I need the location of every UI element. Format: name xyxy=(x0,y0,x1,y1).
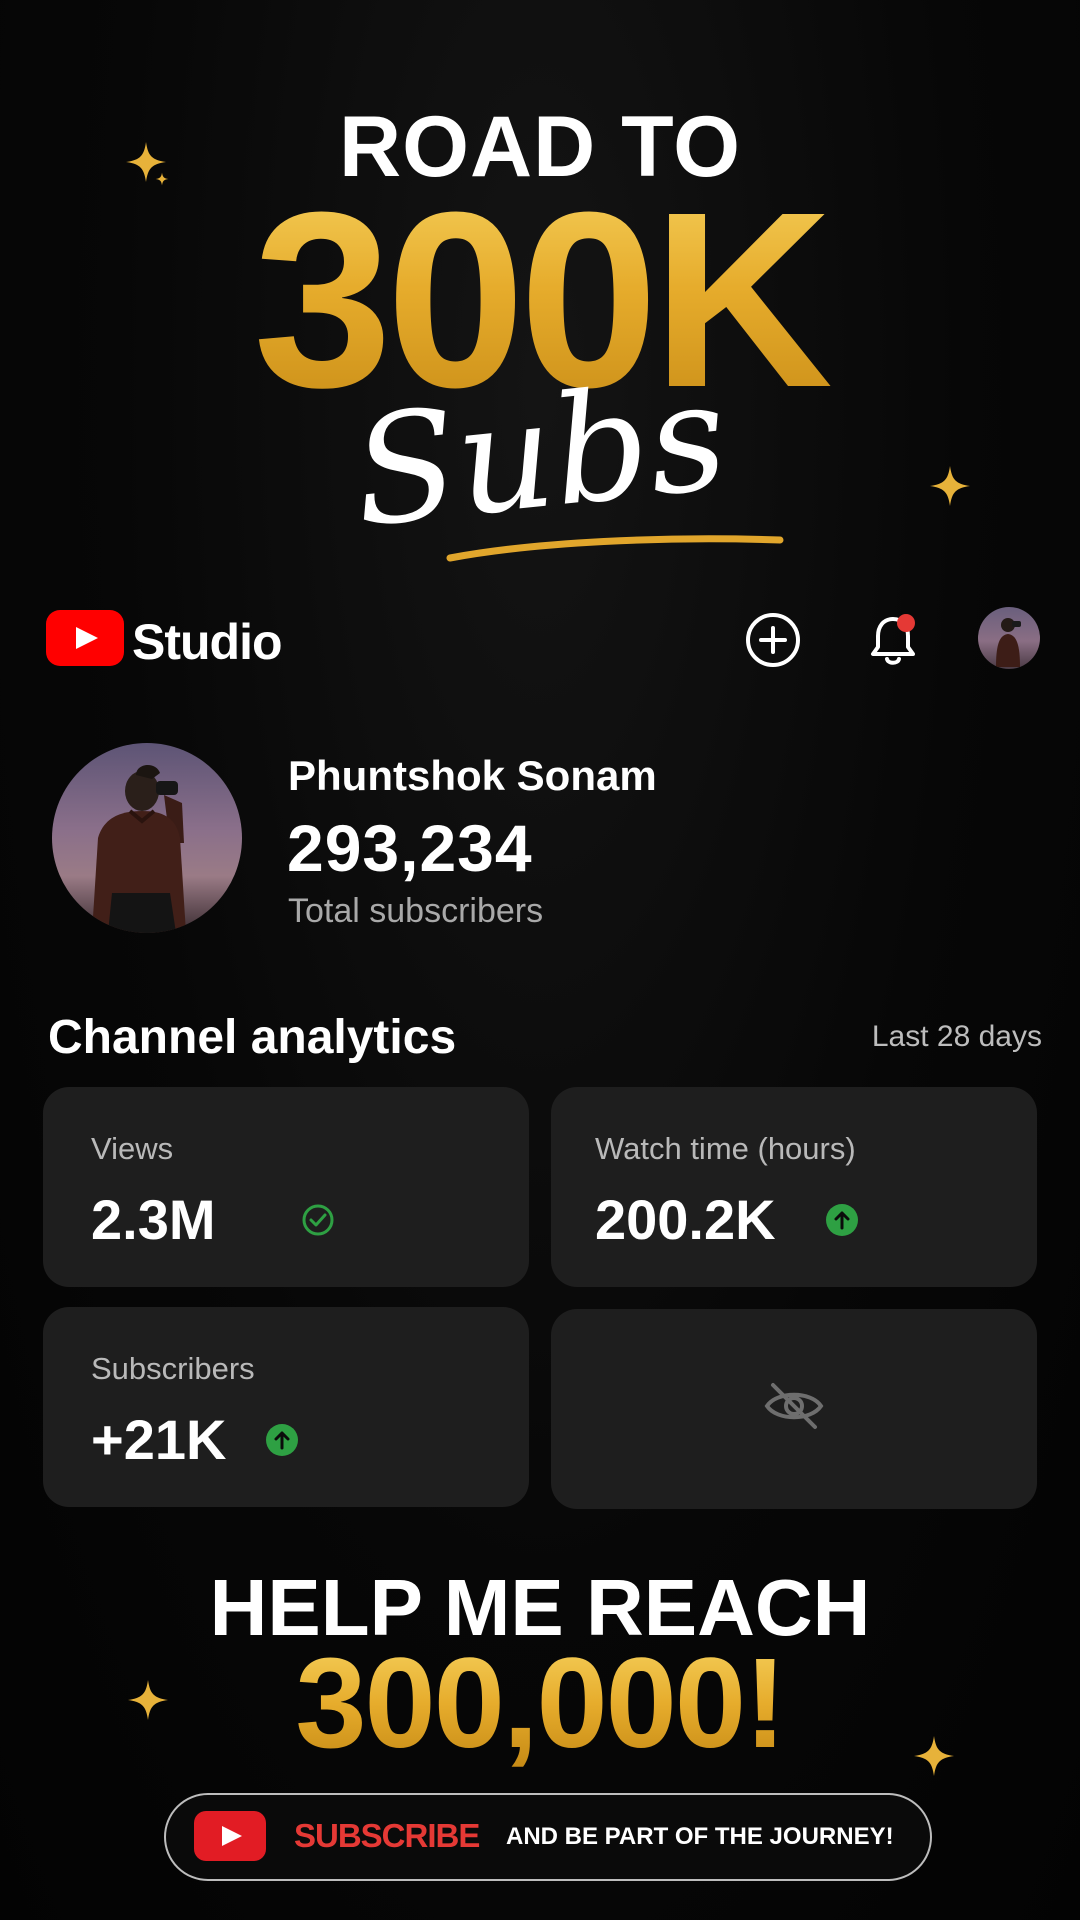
studio-header: Studio xyxy=(46,605,1040,675)
views-card[interactable]: Views 2.3M xyxy=(43,1087,529,1287)
cta-tagline: AND BE PART OF THE JOURNEY! xyxy=(506,1823,894,1850)
avatar[interactable] xyxy=(978,607,1040,669)
card-value: +21K xyxy=(91,1408,227,1471)
subscribe-cta-button[interactable]: SUBSCRIBE AND BE PART OF THE JOURNEY! xyxy=(164,1793,932,1881)
channel-avatar[interactable] xyxy=(52,743,242,933)
eye-off-icon xyxy=(759,1371,829,1441)
hidden-metric-card[interactable] xyxy=(551,1309,1037,1509)
card-label: Watch time (hours) xyxy=(595,1131,856,1166)
watch-time-card[interactable]: Watch time (hours) 200.2K xyxy=(551,1087,1037,1287)
page: ROAD TO 300K Subs Studio Phuntshok Sonam… xyxy=(0,0,1080,1920)
subscriber-count-label: Total subscribers xyxy=(288,892,544,930)
bell-icon[interactable] xyxy=(862,609,924,671)
subscribers-card[interactable]: Subscribers +21K xyxy=(43,1307,529,1507)
channel-name: Phuntshok Sonam xyxy=(288,752,657,799)
arrow-up-icon xyxy=(265,1423,299,1457)
subscriber-count: 293,234 xyxy=(287,811,533,885)
check-circle-icon xyxy=(301,1203,335,1237)
add-circle-icon[interactable] xyxy=(742,609,804,671)
card-label: Views xyxy=(91,1131,174,1166)
youtube-logo-icon xyxy=(46,610,124,666)
subscribe-label: SUBSCRIBE xyxy=(294,1817,480,1854)
arrow-up-icon xyxy=(825,1203,859,1237)
goal-number: 300,000! xyxy=(0,1640,1080,1768)
studio-title: Studio xyxy=(132,614,283,670)
analytics-title: Channel analytics xyxy=(48,1011,457,1064)
card-value: 2.3M xyxy=(91,1188,216,1251)
analytics-period[interactable]: Last 28 days xyxy=(872,1020,1042,1054)
card-value: 200.2K xyxy=(595,1188,776,1251)
card-label: Subscribers xyxy=(91,1351,255,1386)
gold-underline xyxy=(446,535,784,562)
youtube-play-icon xyxy=(194,1811,266,1861)
